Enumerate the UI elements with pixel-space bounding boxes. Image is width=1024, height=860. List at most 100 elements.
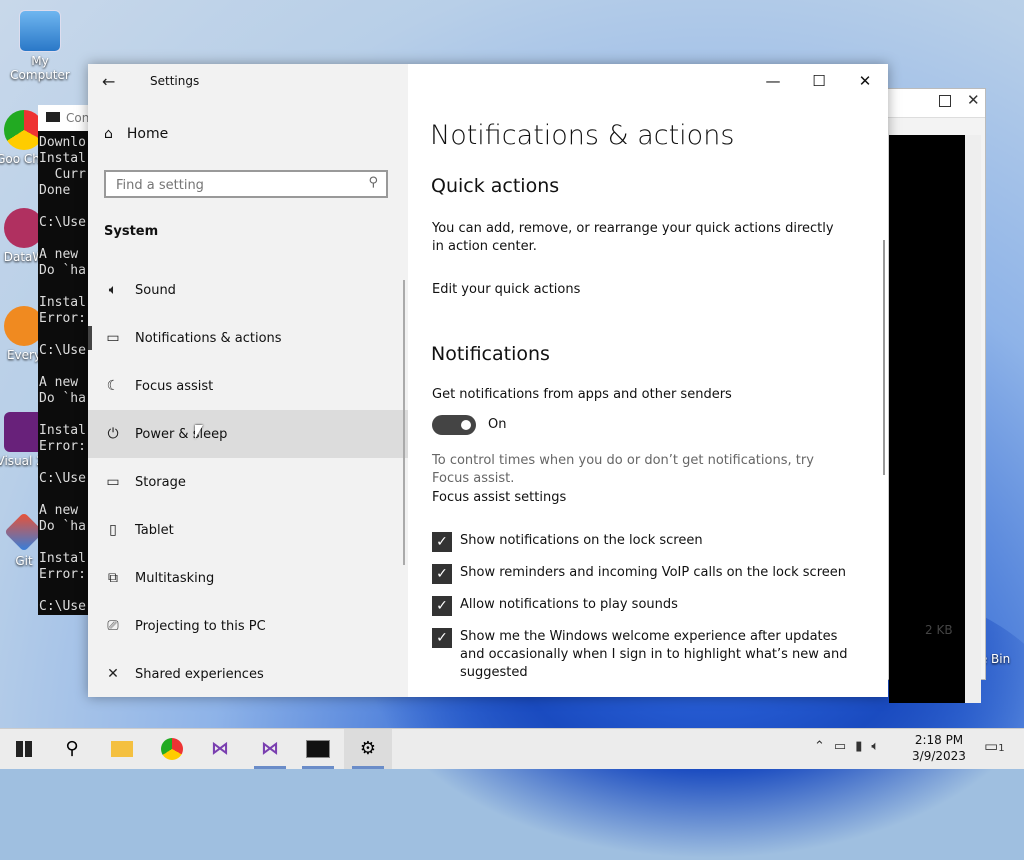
home-link[interactable]: ⌂ Home — [104, 126, 168, 142]
console-title: Con — [66, 111, 90, 125]
notification-count: 1 — [998, 743, 1005, 754]
sidebar-scrollbar[interactable] — [403, 280, 405, 565]
nav-item-label: Shared experiences — [135, 666, 264, 682]
moon-icon: ☾ — [106, 378, 120, 394]
network-icon[interactable]: ▭ — [834, 739, 855, 754]
storage-icon: ▭ — [106, 474, 120, 490]
file-size-label: 2 KB — [925, 623, 953, 637]
minimize-icon[interactable]: — — [750, 64, 796, 98]
taskbar-file-explorer[interactable] — [98, 729, 146, 769]
focus-assist-settings-link[interactable]: Focus assist settings — [432, 489, 842, 507]
desktop-icon-my-computer[interactable]: My Computer — [0, 10, 80, 82]
desktop-icon-label: Every — [6, 348, 42, 362]
gear-icon: ⚙ — [359, 738, 377, 759]
mouse-cursor-icon — [195, 425, 203, 439]
focus-assist-hint: To control times when you do or don’t ge… — [432, 453, 814, 486]
search-box[interactable]: ⚲ — [104, 170, 388, 198]
settings-sidebar: ← Settings ⌂ Home ⚲ System 🔈︎ Sound ▭ No… — [88, 64, 408, 697]
clock-time: 2:18 PM — [914, 733, 964, 747]
background-window-titlebar[interactable]: ✕ — [881, 89, 985, 118]
shared-icon: ✕ — [107, 666, 119, 682]
settings-titlebar: ← Settings — [88, 64, 408, 100]
nav-item-projecting[interactable]: ⎚ Projecting to this PC — [88, 602, 408, 650]
quick-actions-description: You can add, remove, or rearrange your q… — [432, 221, 834, 254]
nav-item-power-sleep[interactable]: ⏻ Power & sleep — [88, 410, 408, 458]
edit-quick-actions-link[interactable]: Edit your quick actions — [432, 281, 842, 299]
checkmark-icon[interactable]: ✓ — [432, 564, 452, 584]
nav-item-tablet[interactable]: ▯ Tablet — [88, 506, 408, 554]
home-icon: ⌂ — [104, 126, 113, 142]
close-icon[interactable]: ✕ — [967, 91, 980, 109]
nav-item-storage[interactable]: ▭ Storage — [88, 458, 408, 506]
notifications-heading: Notifications — [431, 343, 550, 365]
folder-icon — [111, 741, 133, 757]
power-icon: ⏻ — [107, 426, 119, 442]
clock-date: 3/9/2023 — [912, 749, 966, 763]
checkbox-label: Show reminders and incoming VoIP calls o… — [460, 565, 846, 580]
volume-icon[interactable]: 🔈︎ — [871, 739, 888, 754]
search-icon: ⚲ — [65, 738, 79, 759]
checkbox-reminders-voip[interactable]: ✓ Show reminders and incoming VoIP calls… — [432, 564, 852, 584]
window-controls: — ☐ ✕ — [750, 64, 888, 98]
nav-item-sound[interactable]: 🔈︎ Sound — [88, 266, 408, 314]
nav-item-label: Focus assist — [135, 378, 214, 394]
notifications-toggle[interactable] — [432, 415, 476, 435]
clock[interactable]: 2:18 PM 3/9/2023 — [904, 732, 974, 764]
back-arrow-icon[interactable]: ← — [102, 72, 115, 91]
computer-icon — [19, 10, 61, 52]
notification-icon: ▭ — [984, 737, 999, 755]
nav-item-label: Notifications & actions — [135, 330, 282, 346]
system-tray[interactable]: ⌃▭▮🔈︎ — [814, 739, 888, 754]
section-label: System — [104, 224, 159, 239]
checkbox-lock-screen[interactable]: ✓ Show notifications on the lock screen — [432, 532, 852, 552]
maximize-icon[interactable] — [939, 95, 951, 107]
windows-logo-icon — [16, 741, 32, 757]
nav-item-label: Sound — [135, 282, 176, 298]
checkbox-label: Allow notifications to play sounds — [460, 597, 678, 612]
console-icon — [46, 112, 60, 122]
search-icon: ⚲ — [368, 175, 378, 190]
nav-item-multitasking[interactable]: ⧉ Multitasking — [88, 554, 408, 602]
checkmark-icon[interactable]: ✓ — [432, 532, 452, 552]
visual-studio-icon: ⋈ — [211, 738, 229, 759]
nav-item-label: Multitasking — [135, 570, 215, 586]
taskbar-settings[interactable]: ⚙ — [344, 729, 392, 769]
checkmark-icon[interactable]: ✓ — [432, 596, 452, 616]
close-icon[interactable]: ✕ — [842, 64, 888, 98]
nav-item-shared-experiences[interactable]: ✕ Shared experiences — [88, 650, 408, 697]
checkbox-play-sounds[interactable]: ✓ Allow notifications to play sounds — [432, 596, 852, 616]
start-button[interactable] — [0, 729, 48, 769]
taskbar-visual-studio-installer[interactable]: ⋈ — [246, 729, 294, 769]
search-taskbar-button[interactable]: ⚲ — [48, 729, 96, 769]
checkmark-icon[interactable]: ✓ — [432, 628, 452, 648]
nav-item-label: Storage — [135, 474, 186, 490]
multitasking-icon: ⧉ — [108, 570, 118, 586]
content-scrollbar[interactable] — [883, 240, 885, 475]
background-window-scrollbar[interactable] — [965, 135, 981, 703]
notification-icon: ▭ — [106, 330, 120, 346]
nav-item-label: Tablet — [135, 522, 174, 538]
checkbox-label: Show me the Windows welcome experience a… — [460, 629, 848, 680]
taskbar: ⚲ ⋈ ⋈ ⚙ ⌃▭▮🔈︎ 2:18 PM 3/9/2023 ▭1 — [0, 728, 1024, 769]
nav-item-notifications[interactable]: ▭ Notifications & actions — [88, 314, 408, 362]
projecting-icon: ⎚ — [107, 618, 119, 634]
page-title: Notifications & actions — [430, 120, 735, 151]
taskbar-console[interactable] — [294, 729, 342, 769]
get-notifications-label: Get notifications from apps and other se… — [432, 387, 732, 402]
checkbox-label: Show notifications on the lock screen — [460, 533, 703, 548]
taskbar-chrome[interactable] — [148, 729, 196, 769]
search-input[interactable] — [106, 172, 368, 198]
maximize-icon[interactable]: ☐ — [796, 64, 842, 98]
background-window[interactable]: ✕ 2 KB — [880, 88, 986, 703]
settings-content: — ☐ ✕ Notifications & actions Quick acti… — [408, 64, 888, 697]
microphone-icon[interactable]: ▮ — [855, 739, 871, 754]
home-label: Home — [126, 126, 169, 142]
nav-item-label: Projecting to this PC — [135, 618, 266, 634]
speaker-icon: 🔈︎ — [108, 282, 118, 298]
checkbox-welcome-experience[interactable]: ✓ Show me the Windows welcome experience… — [432, 628, 852, 682]
taskbar-visual-studio[interactable]: ⋈ — [196, 729, 244, 769]
action-center-button[interactable]: ▭1 — [984, 737, 1005, 755]
settings-window: ← Settings ⌂ Home ⚲ System 🔈︎ Sound ▭ No… — [88, 64, 888, 697]
chevron-up-icon[interactable]: ⌃ — [814, 739, 834, 754]
nav-item-focus-assist[interactable]: ☾ Focus assist — [88, 362, 408, 410]
